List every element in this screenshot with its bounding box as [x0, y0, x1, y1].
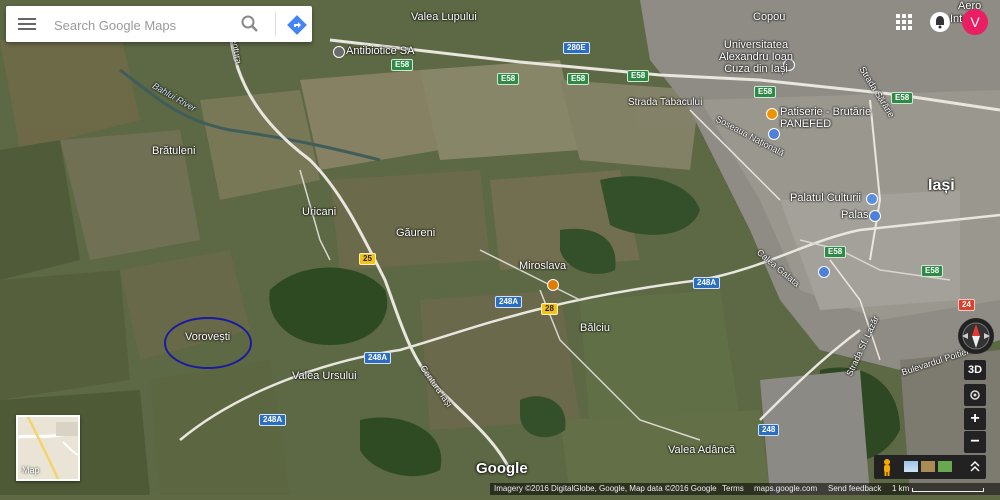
road-shield-e58: E58 — [824, 246, 847, 258]
directions-icon[interactable] — [286, 14, 308, 36]
place-label-copou: Copou — [753, 11, 786, 23]
transit-pin-icon[interactable] — [818, 266, 830, 278]
poi-pin-icon[interactable] — [333, 46, 345, 58]
road-shield-e58: E58 — [391, 59, 414, 71]
zoom-out-button[interactable]: − — [964, 431, 986, 453]
place-label-vorovesti: Vorovești — [185, 331, 231, 343]
pegman-icon[interactable] — [880, 458, 894, 476]
scale-bar[interactable] — [912, 488, 984, 492]
road-shield-248a: 248A — [364, 352, 392, 364]
map-type-toggle[interactable]: Map — [16, 415, 80, 481]
imagery-thumbnail-icon[interactable] — [921, 461, 935, 472]
road-shield-248a: 248A — [259, 414, 287, 426]
notifications-bell-icon[interactable] — [930, 12, 950, 32]
zoom-in-button[interactable]: + — [964, 408, 986, 430]
place-label-bratuleni: Brătuleni — [152, 145, 196, 157]
road-shield-e58: E58 — [627, 70, 650, 82]
street-view-panel — [874, 455, 986, 479]
place-label-miroslava: Miroslava — [519, 260, 567, 272]
place-label-iasi: Iași — [928, 177, 955, 194]
road-shield-e58: E58 — [891, 92, 914, 104]
imagery-attribution: Imagery ©2016 DigitalGlobe, Google, Map … — [494, 484, 717, 493]
road-shield-248: 248 — [758, 424, 780, 436]
place-label-gaureni: Găureni — [396, 227, 436, 239]
place-label-valea-adanca: Valea Adâncă — [668, 444, 736, 456]
google-logo: Google — [476, 460, 528, 477]
place-label-uricani: Uricani — [302, 206, 337, 218]
poi-label-antibiotice[interactable]: Antibiotice SA — [346, 45, 414, 57]
minimap-label: Map — [22, 465, 40, 475]
road-shield-280e: 280E — [563, 42, 590, 54]
search-input[interactable] — [52, 14, 236, 36]
expand-chevron-icon[interactable] — [968, 459, 982, 475]
3d-toggle-button[interactable]: 3D — [964, 360, 986, 380]
send-feedback-link[interactable]: Send feedback — [828, 483, 881, 495]
road-shield-e58: E58 — [567, 73, 590, 85]
menu-icon[interactable] — [18, 16, 36, 32]
search-icon[interactable] — [240, 14, 260, 34]
road-shield-24: 24 — [958, 299, 975, 311]
poi-label-palas[interactable]: Palas — [841, 209, 869, 221]
place-label-balciu: Bălciu — [580, 322, 610, 334]
road-shield-e58: E58 — [921, 265, 944, 277]
site-link[interactable]: maps.google.com — [754, 483, 817, 495]
compass-icon[interactable] — [958, 318, 994, 354]
poi-label-university[interactable]: Universitatea Alexandru Ioan Cuza din Ia… — [716, 39, 796, 75]
search-box — [6, 6, 312, 42]
road-shield-e58: E58 — [497, 73, 520, 85]
street-label-tabacului: Strada Tabacului — [628, 97, 703, 108]
place-label-valea-lupului: Valea Lupului — [411, 11, 477, 23]
landmark-pin-icon[interactable] — [866, 193, 878, 205]
road-shield-28: 28 — [541, 303, 558, 315]
imagery-thumbnail-icon[interactable] — [904, 461, 918, 472]
terms-link[interactable]: Terms — [722, 483, 744, 495]
my-location-button[interactable] — [964, 384, 986, 406]
road-shield-248a: 248A — [495, 296, 523, 308]
fuel-pin-icon[interactable] — [547, 279, 559, 291]
road-shield-248a: 248A — [693, 277, 721, 289]
road-shield-e58: E58 — [754, 86, 777, 98]
bakery-pin-icon[interactable] — [766, 108, 778, 120]
scale-label[interactable]: 1 km — [892, 483, 909, 495]
imagery-thumbnail-icon[interactable] — [938, 461, 952, 472]
transit-pin-icon[interactable] — [768, 128, 780, 140]
poi-label-panefed[interactable]: Patiserie - Brutărie PANEFED — [780, 106, 872, 130]
account-avatar[interactable]: V — [962, 9, 988, 35]
poi-label-palatul-culturii[interactable]: Palatul Culturii — [790, 192, 861, 204]
divider — [275, 12, 276, 36]
apps-grid-icon[interactable] — [896, 14, 912, 30]
road-shield-25: 25 — [359, 253, 376, 265]
attribution-bar: Imagery ©2016 DigitalGlobe, Google, Map … — [490, 483, 1000, 495]
place-label-valea-ursului: Valea Ursului — [292, 370, 357, 382]
shopping-pin-icon[interactable] — [869, 210, 881, 222]
